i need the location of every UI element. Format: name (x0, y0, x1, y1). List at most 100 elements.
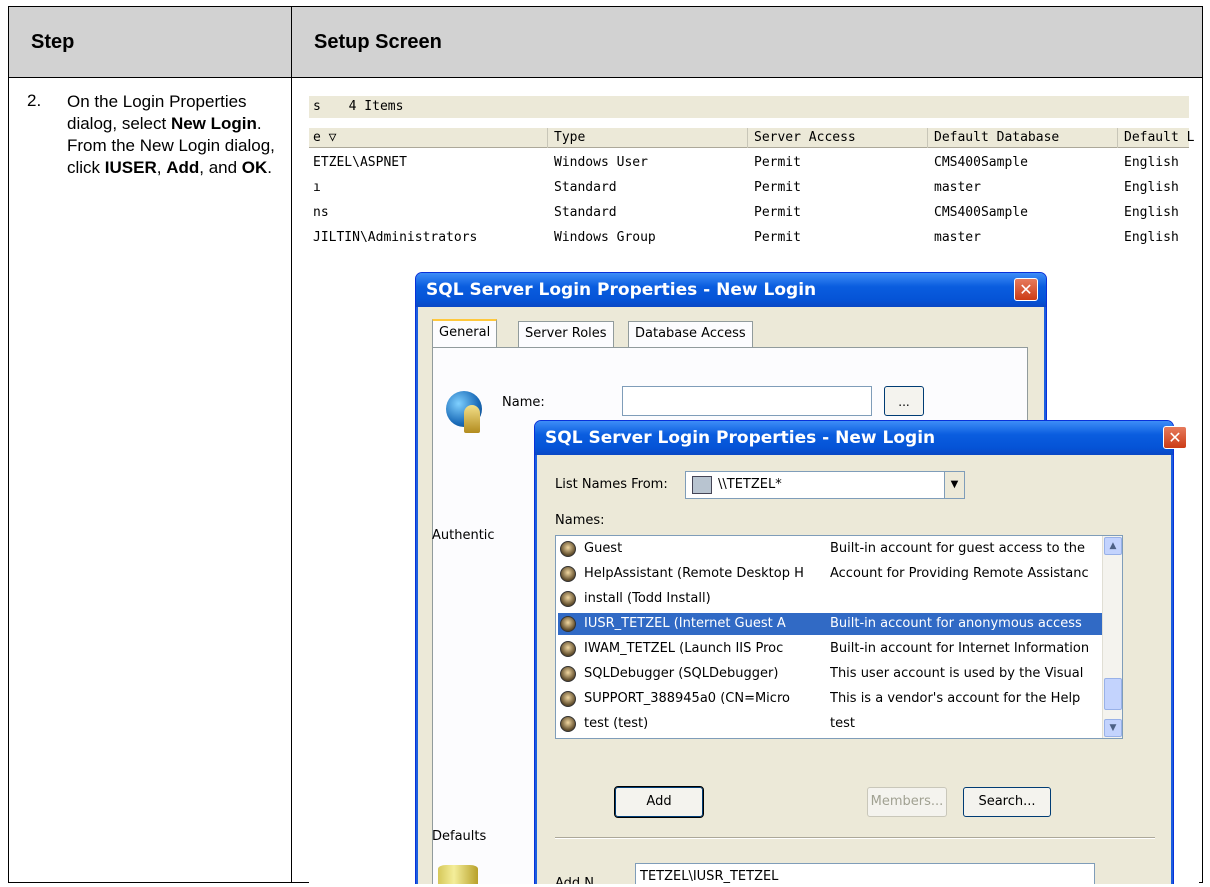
step-number: 2. (27, 91, 42, 110)
user-name: SUPPORT_388945a0 (CN=Micro (584, 691, 790, 706)
table-row[interactable]: ı Standard Permit master English (309, 177, 1189, 199)
list-titlebar: s 4 Items (309, 96, 1189, 118)
add-name-label: Add N (555, 876, 595, 884)
column-header-default-language[interactable]: Default L (1117, 128, 1194, 148)
database-icon (438, 865, 478, 884)
user-icon (560, 641, 576, 657)
names-list[interactable]: Guest Built-in account for guest access t… (555, 535, 1123, 739)
tab-server-roles[interactable]: Server Roles (518, 321, 614, 347)
divider (555, 837, 1155, 839)
column-header-name[interactable]: e ▽ (309, 128, 336, 148)
name-input[interactable] (622, 386, 872, 416)
user-icon (560, 616, 576, 632)
table-cell: Permit (754, 155, 801, 170)
table-row[interactable]: JILTIN\Administrators Windows Group Permit… (309, 227, 1189, 249)
user-description: test (830, 716, 855, 731)
names-scrollbar[interactable]: ▲ ▼ (1102, 536, 1122, 738)
user-description: This user account is used by the Visual (830, 666, 1084, 681)
user-name: SQLDebugger (SQLDebugger) (584, 666, 779, 681)
bold-term: Add (166, 158, 200, 177)
column-header-server-access[interactable]: Server Access (747, 128, 856, 148)
table-cell: master (934, 180, 981, 195)
table-cell: Windows User (554, 155, 648, 170)
tab-general[interactable]: General (432, 319, 498, 348)
table-cell: English (1124, 205, 1179, 220)
key-icon (464, 405, 480, 433)
browse-button[interactable]: ... (884, 386, 924, 416)
user-name: HelpAssistant (Remote Desktop H (584, 566, 804, 581)
table-cell: English (1124, 180, 1179, 195)
bold-term: New Login (170, 114, 257, 133)
table-cell: JILTIN\Administrators (313, 230, 478, 245)
user-icon (560, 716, 576, 732)
dialog-titlebar: SQL Server Login Properties - New Login (416, 273, 1046, 307)
header-step: Step (31, 31, 75, 53)
scroll-up-icon[interactable]: ▲ (1104, 537, 1122, 555)
user-icon (560, 541, 576, 557)
members-button[interactable]: Members... (867, 787, 947, 817)
list-item[interactable]: IUSR_TETZEL (Internet Guest A Built-in ac… (558, 613, 1102, 635)
instruction-text: . (267, 158, 273, 177)
list-names-from-label: List Names From: (555, 477, 668, 492)
instruction-text: , and (199, 158, 242, 177)
table-cell: ı (313, 180, 321, 195)
add-button[interactable]: Add (614, 786, 704, 818)
list-title: s (313, 99, 321, 114)
tab-database-access[interactable]: Database Access (628, 321, 753, 347)
scroll-thumb[interactable] (1104, 678, 1122, 710)
table-cell: Standard (554, 180, 617, 195)
list-header: e ▽ Type Server Access Default Database … (309, 128, 1194, 148)
user-description: Account for Providing Remote Assistanc (830, 566, 1089, 581)
add-name-field[interactable]: TETZEL\IUSR_TETZEL (635, 863, 1095, 884)
list-item[interactable]: SUPPORT_388945a0 (CN=Micro This is a vend… (558, 688, 1102, 710)
search-button[interactable]: Search... (963, 787, 1051, 817)
item-count: 4 Items (348, 99, 404, 114)
step-table: Step Setup Screen 2. On the Login Proper… (8, 6, 1203, 884)
computer-icon (692, 476, 712, 494)
header-setup-screen: Setup Screen (314, 31, 442, 53)
column-divider (291, 7, 292, 882)
table-cell: Permit (754, 180, 801, 195)
user-icon (560, 691, 576, 707)
user-description: Built-in account for Internet Informatio… (830, 641, 1090, 656)
setup-screenshot: s 4 Items e ▽ Type Server Access Default… (309, 96, 1199, 884)
user-name: Guest (584, 541, 623, 556)
list-item[interactable]: Guest Built-in account for guest access t… (558, 538, 1102, 560)
column-header-type[interactable]: Type (547, 128, 585, 148)
step-instructions: On the Login Properties dialog, select N… (67, 91, 282, 179)
scroll-down-icon[interactable]: ▼ (1104, 719, 1122, 737)
list-item[interactable]: test (test) test (558, 713, 1102, 735)
user-name: test (test) (584, 716, 649, 731)
names-label: Names: (555, 513, 605, 528)
bold-term: IUSER (104, 158, 157, 177)
list-item[interactable]: SQLDebugger (SQLDebugger) This user accou… (558, 663, 1102, 685)
table-cell: Permit (754, 205, 801, 220)
defaults-label: Defaults (432, 829, 487, 844)
chevron-down-icon[interactable]: ▼ (944, 472, 964, 498)
list-item[interactable]: IWAM_TETZEL (Launch IIS Proc Built-in acc… (558, 638, 1102, 660)
user-description: Built-in account for guest access to the (830, 541, 1086, 556)
table-cell: ETZEL\ASPNET (313, 155, 407, 170)
bold-term: OK (241, 158, 268, 177)
dialog-titlebar: SQL Server Login Properties - New Login (535, 421, 1173, 455)
user-description: Built-in account for anonymous access (830, 616, 1082, 631)
new-login-dialog: SQL Server Login Properties - New Login … (534, 420, 1187, 884)
user-icon (560, 566, 576, 582)
list-names-from-value: \\TETZEL* (718, 477, 782, 492)
close-icon[interactable]: ✕ (1163, 426, 1187, 449)
table-cell: Windows Group (554, 230, 656, 245)
list-names-from-select[interactable]: \\TETZEL* ▼ (685, 471, 965, 499)
list-item[interactable]: HelpAssistant (Remote Desktop H Account f… (558, 563, 1102, 585)
user-icon (560, 591, 576, 607)
table-cell: CMS400Sample (934, 155, 1028, 170)
column-header-default-database[interactable]: Default Database (927, 128, 1059, 148)
table-row[interactable]: ns Standard Permit CMS400Sample English (309, 202, 1189, 224)
user-name: IWAM_TETZEL (Launch IIS Proc (584, 641, 784, 656)
table-cell: master (934, 230, 981, 245)
close-icon[interactable]: ✕ (1014, 278, 1038, 301)
table-cell: Standard (554, 205, 617, 220)
instruction-text: , (156, 158, 167, 177)
user-name: IUSR_TETZEL (Internet Guest A (584, 616, 786, 631)
table-row[interactable]: ETZEL\ASPNET Windows User Permit CMS400Samp… (309, 152, 1189, 174)
list-item[interactable]: install (Todd Install) (558, 588, 1102, 610)
